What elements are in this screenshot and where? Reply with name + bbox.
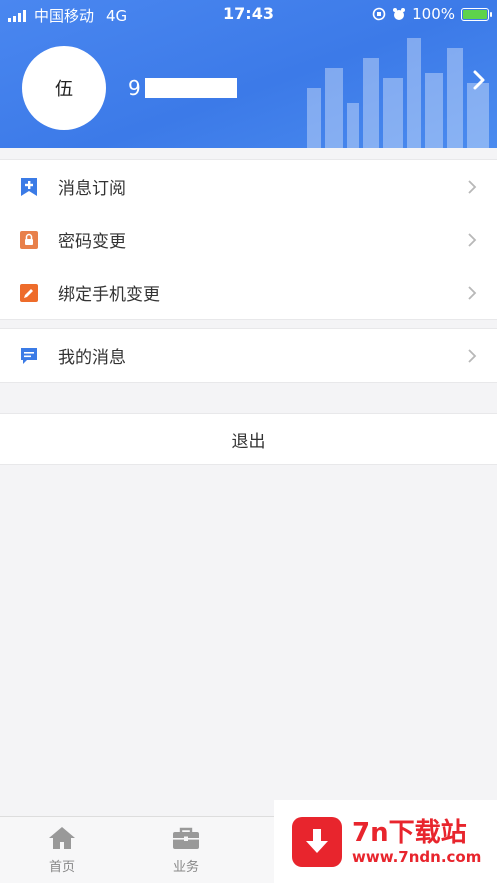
tab-label: 业务	[172, 860, 199, 875]
chevron-right-icon	[468, 232, 477, 247]
settings-group: 消息订阅 密码变更 绑定手机变更	[0, 159, 497, 320]
home-icon	[49, 827, 75, 849]
menu-item-password[interactable]: 密码变更	[0, 213, 497, 266]
profile-header[interactable]: 中国移动 4G 17:43 100% 伍 9	[0, 0, 497, 148]
tab-business[interactable]: 业务	[146, 825, 226, 875]
menu-item-label: 绑定手机变更	[58, 285, 160, 305]
menu-item-label: 密码变更	[58, 232, 126, 252]
menu-item-label: 我的消息	[58, 348, 126, 368]
account-mask	[144, 78, 237, 98]
alarm-icon	[393, 8, 406, 20]
menu-item-label: 消息订阅	[58, 179, 126, 199]
chevron-right-icon[interactable]	[469, 68, 489, 92]
status-bar: 中国移动 4G 17:43 100%	[0, 0, 497, 28]
edit-pen-icon	[20, 283, 38, 302]
city-skyline-illustration	[307, 38, 489, 148]
download-icon	[292, 816, 342, 867]
watermark-url: www.7ndn.com	[352, 847, 482, 866]
tab-home[interactable]: 首页	[22, 825, 102, 875]
menu-item-my-messages[interactable]: 我的消息	[0, 329, 497, 382]
chevron-right-icon	[468, 179, 477, 194]
menu-item-subscribe[interactable]: 消息订阅	[0, 160, 497, 213]
lock-icon	[20, 230, 38, 249]
chevron-right-icon	[468, 285, 477, 300]
orientation-lock-icon	[372, 7, 386, 21]
subscribe-bookmark-icon	[21, 177, 37, 196]
messages-group: 我的消息	[0, 328, 497, 383]
watermark-title: 7n下载站	[352, 817, 467, 848]
account-prefix: 9	[128, 76, 141, 100]
watermark-logo: 7n下载站 www.7ndn.com	[274, 800, 497, 883]
battery-percent: 100%	[412, 5, 455, 23]
chevron-right-icon	[468, 348, 477, 363]
menu-item-change-phone[interactable]: 绑定手机变更	[0, 266, 497, 319]
logout-label: 退出	[231, 431, 266, 452]
avatar-text: 伍	[55, 79, 73, 100]
battery-icon	[461, 7, 492, 21]
tab-label: 首页	[48, 860, 75, 875]
briefcase-icon	[173, 827, 199, 849]
logout-button[interactable]: 退出	[0, 413, 497, 465]
avatar[interactable]: 伍	[22, 46, 106, 130]
account-number: 9	[128, 76, 237, 100]
message-icon	[21, 347, 37, 364]
